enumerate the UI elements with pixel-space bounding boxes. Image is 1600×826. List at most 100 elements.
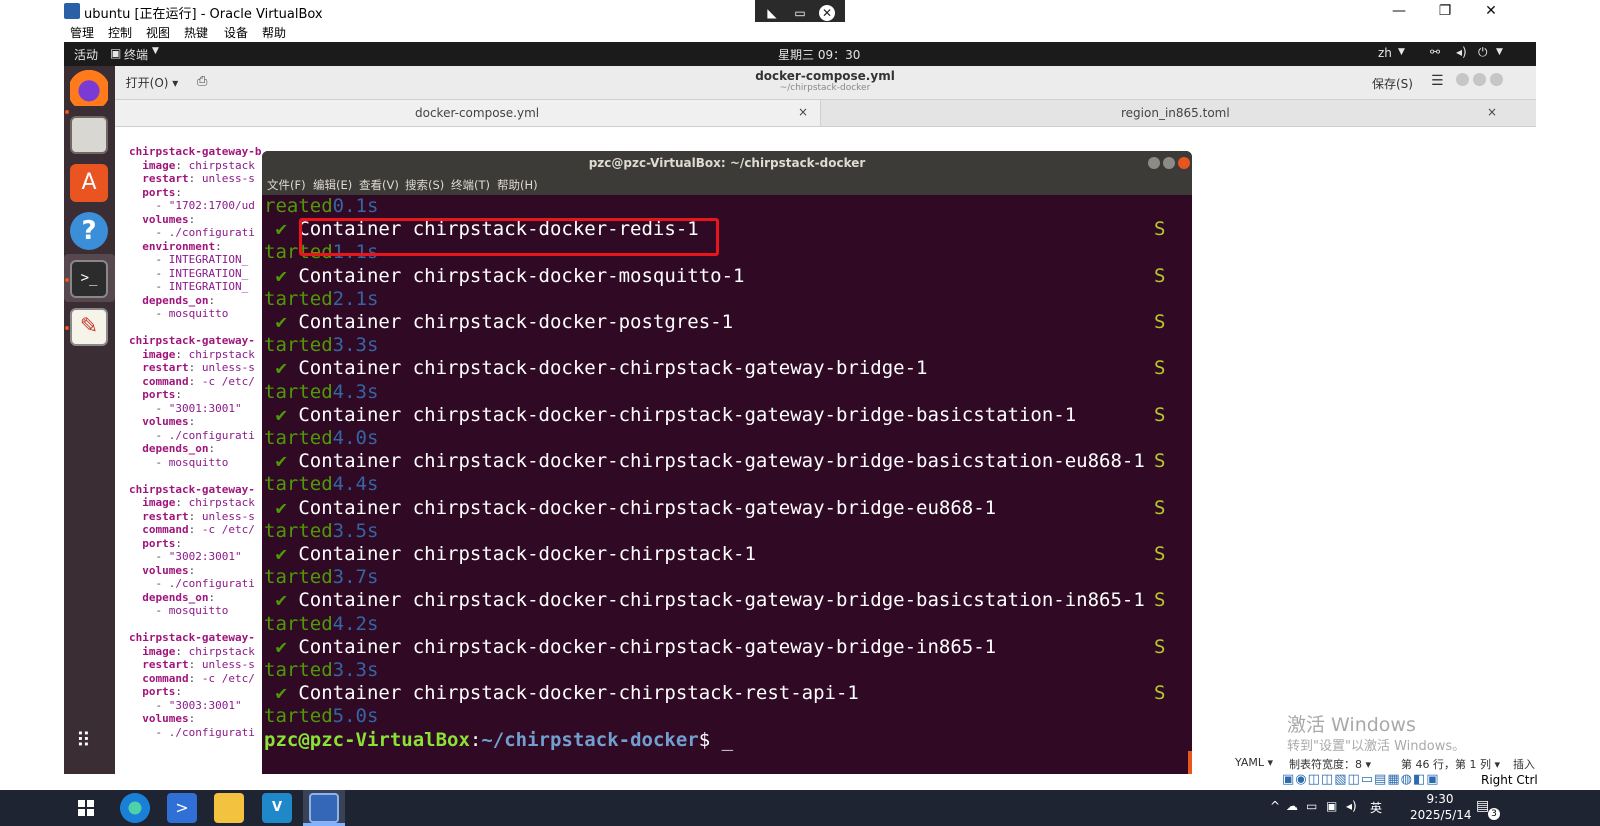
terminal-output[interactable]: reated0.1s ✔ Container chirpstack-docker… (264, 195, 1190, 774)
check-icon: ✔ (264, 635, 299, 658)
chevron-down-icon: ▼ (1496, 47, 1503, 57)
scrollbar-thumb[interactable] (1188, 751, 1192, 774)
terminal-status-line: tarted4.3s (264, 381, 378, 403)
minimize-button[interactable]: — (1376, 1, 1422, 21)
menu-manage[interactable]: 管理 (70, 24, 94, 41)
ime-indicator[interactable]: 英 (1370, 799, 1382, 816)
save-button[interactable]: 保存(S) (1372, 75, 1413, 92)
terminal-status-line: tarted3.3s (264, 659, 378, 681)
terminal-status-line: tarted3.7s (264, 566, 378, 588)
app-menu[interactable]: 终端 (124, 46, 148, 63)
check-icon: ✔ (264, 682, 299, 705)
menu-view[interactable]: 查看(V) (359, 177, 399, 193)
start-button[interactable] (78, 800, 94, 816)
tab-close-icon[interactable]: × (798, 105, 808, 119)
check-icon: ✔ (264, 450, 299, 473)
container-name: Container chirpstack-docker-chirpstack-g… (298, 589, 1145, 612)
menu-file[interactable]: 文件(F) (267, 177, 306, 193)
menu-hotkeys[interactable]: 热键 (184, 24, 208, 41)
status-word: tarted (264, 612, 333, 635)
maximize-icon[interactable] (1163, 157, 1175, 169)
chevron-up-icon[interactable]: ^ (1270, 799, 1280, 813)
text-editor-icon[interactable]: ✎ (70, 308, 108, 346)
terminal-container-line: ✔ Container chirpstack-docker-chirpstack… (264, 682, 858, 705)
input-method[interactable]: zh (1378, 46, 1392, 60)
cloud-icon[interactable]: ☁ (1286, 799, 1298, 813)
container-name: Container chirpstack-docker-chirpstack-1 (298, 543, 756, 565)
container-name: Container chirpstack-docker-chirpstack-g… (298, 450, 1145, 473)
pin-icon[interactable]: ◣ (763, 4, 781, 22)
close-icon[interactable]: ✕ (819, 5, 835, 21)
container-name: Container chirpstack-docker-chirpstack-g… (298, 496, 997, 519)
status-time: 3.3s (332, 334, 379, 357)
tab-docker-compose[interactable]: docker-compose.yml × (115, 100, 821, 126)
vscode-like-icon[interactable]: V (262, 793, 292, 823)
hamburger-menu-icon[interactable]: ☰ (1431, 73, 1444, 89)
tab-label: region_in865.toml (1121, 106, 1230, 120)
restore-button[interactable]: ❐ (1422, 1, 1468, 21)
new-tab-icon[interactable]: ⎙ (197, 74, 207, 89)
taskbar-date[interactable]: 2025/5/14 (1410, 808, 1472, 822)
menu-edit[interactable]: 编辑(E) (313, 177, 352, 193)
activation-watermark-subtitle: 转到"设置"以激活 Windows。 (1287, 739, 1466, 754)
status-word: reated (264, 195, 333, 217)
powershell-icon[interactable]: > (167, 793, 197, 823)
chevron-down-icon: ▼ (1398, 47, 1405, 57)
activities-button[interactable]: 活动 (74, 46, 98, 63)
network-icon[interactable]: ⚯ (1430, 45, 1440, 59)
device-status-icons[interactable]: ▣◉◫◫▧◫▭▤▦◍◧▣ (1282, 772, 1440, 787)
status-word: tarted (264, 287, 333, 310)
menu-devices[interactable]: 设备 (224, 24, 248, 41)
language-selector[interactable]: YAML ▾ (1235, 756, 1273, 769)
virtualbox-icon[interactable] (309, 793, 339, 823)
terminal-icon[interactable]: >_ (70, 260, 108, 298)
help-icon[interactable]: ? (70, 212, 108, 250)
volume-icon[interactable]: ◂) (1346, 799, 1357, 813)
tab-close-icon[interactable]: × (1487, 105, 1497, 119)
menu-view[interactable]: 视图 (146, 24, 170, 41)
minimize-icon[interactable] (1148, 157, 1160, 169)
battery-icon[interactable]: ▭ (1306, 799, 1317, 813)
check-icon: ✔ (264, 589, 299, 612)
editor-content[interactable]: chirpstack-gateway-bridge-eu868: image: … (115, 127, 263, 747)
truncated-status-char: S (1154, 635, 1166, 658)
open-button[interactable]: 打开(O) ▾ (123, 71, 181, 95)
gedit-headerbar: 打开(O) ▾ ⎙ docker-compose.yml ~/chirpstac… (115, 66, 1536, 100)
maximize-icon[interactable] (1473, 73, 1486, 86)
terminal-prompt[interactable]: pzc@pzc-VirtualBox:~/chirpstack-docker$ … (264, 729, 733, 751)
close-icon[interactable] (1490, 73, 1503, 86)
minimize-icon[interactable] (1456, 73, 1469, 86)
files-icon[interactable] (70, 116, 108, 154)
power-icon[interactable]: ⏻ (1478, 45, 1488, 60)
close-button[interactable]: ✕ (1468, 1, 1514, 21)
tab-region-in865[interactable]: region_in865.toml × (821, 100, 1536, 126)
status-time: 4.0s (332, 427, 379, 449)
volume-icon[interactable]: ◂) (1456, 45, 1467, 59)
software-icon[interactable]: A (70, 164, 108, 202)
menu-terminal[interactable]: 终端(T) (451, 177, 490, 193)
show-apps-icon[interactable]: ⠿ (76, 730, 92, 750)
taskbar-time[interactable]: 9:30 (1410, 792, 1470, 806)
menu-help[interactable]: 帮助(H) (497, 177, 538, 193)
terminal-titlebar[interactable]: pzc@pzc-VirtualBox: ~/chirpstack-docker (262, 151, 1192, 175)
ubuntu-dock: A ? >_ ✎ ⠿ (64, 66, 115, 774)
close-icon[interactable] (1178, 157, 1190, 169)
clock[interactable]: 星期三 09：30 (778, 46, 860, 63)
status-word: tarted (264, 427, 333, 449)
terminal-container-line: ✔ Container chirpstack-docker-chirpstack… (264, 404, 1076, 426)
edge-icon[interactable] (120, 793, 150, 823)
firefox-icon[interactable] (70, 68, 108, 106)
running-indicator (65, 326, 69, 330)
prompt-path: ~/chirpstack-docker (481, 728, 699, 751)
check-icon: ✔ (264, 218, 299, 241)
menu-help[interactable]: 帮助 (262, 24, 286, 41)
menu-control[interactable]: 控制 (108, 24, 132, 41)
truncated-status-char: S (1154, 311, 1166, 333)
display-icon[interactable]: ▭ (791, 4, 809, 22)
file-explorer-icon[interactable] (214, 793, 244, 823)
host-key-label: Right Ctrl (1481, 773, 1538, 787)
terminal-status-line: tarted3.5s (264, 520, 378, 542)
menu-search[interactable]: 搜索(S) (405, 177, 444, 193)
network-icon[interactable]: ▣ (1326, 799, 1337, 813)
terminal-menubar: 文件(F) 编辑(E) 查看(V) 搜索(S) 终端(T) 帮助(H) (262, 175, 1192, 195)
